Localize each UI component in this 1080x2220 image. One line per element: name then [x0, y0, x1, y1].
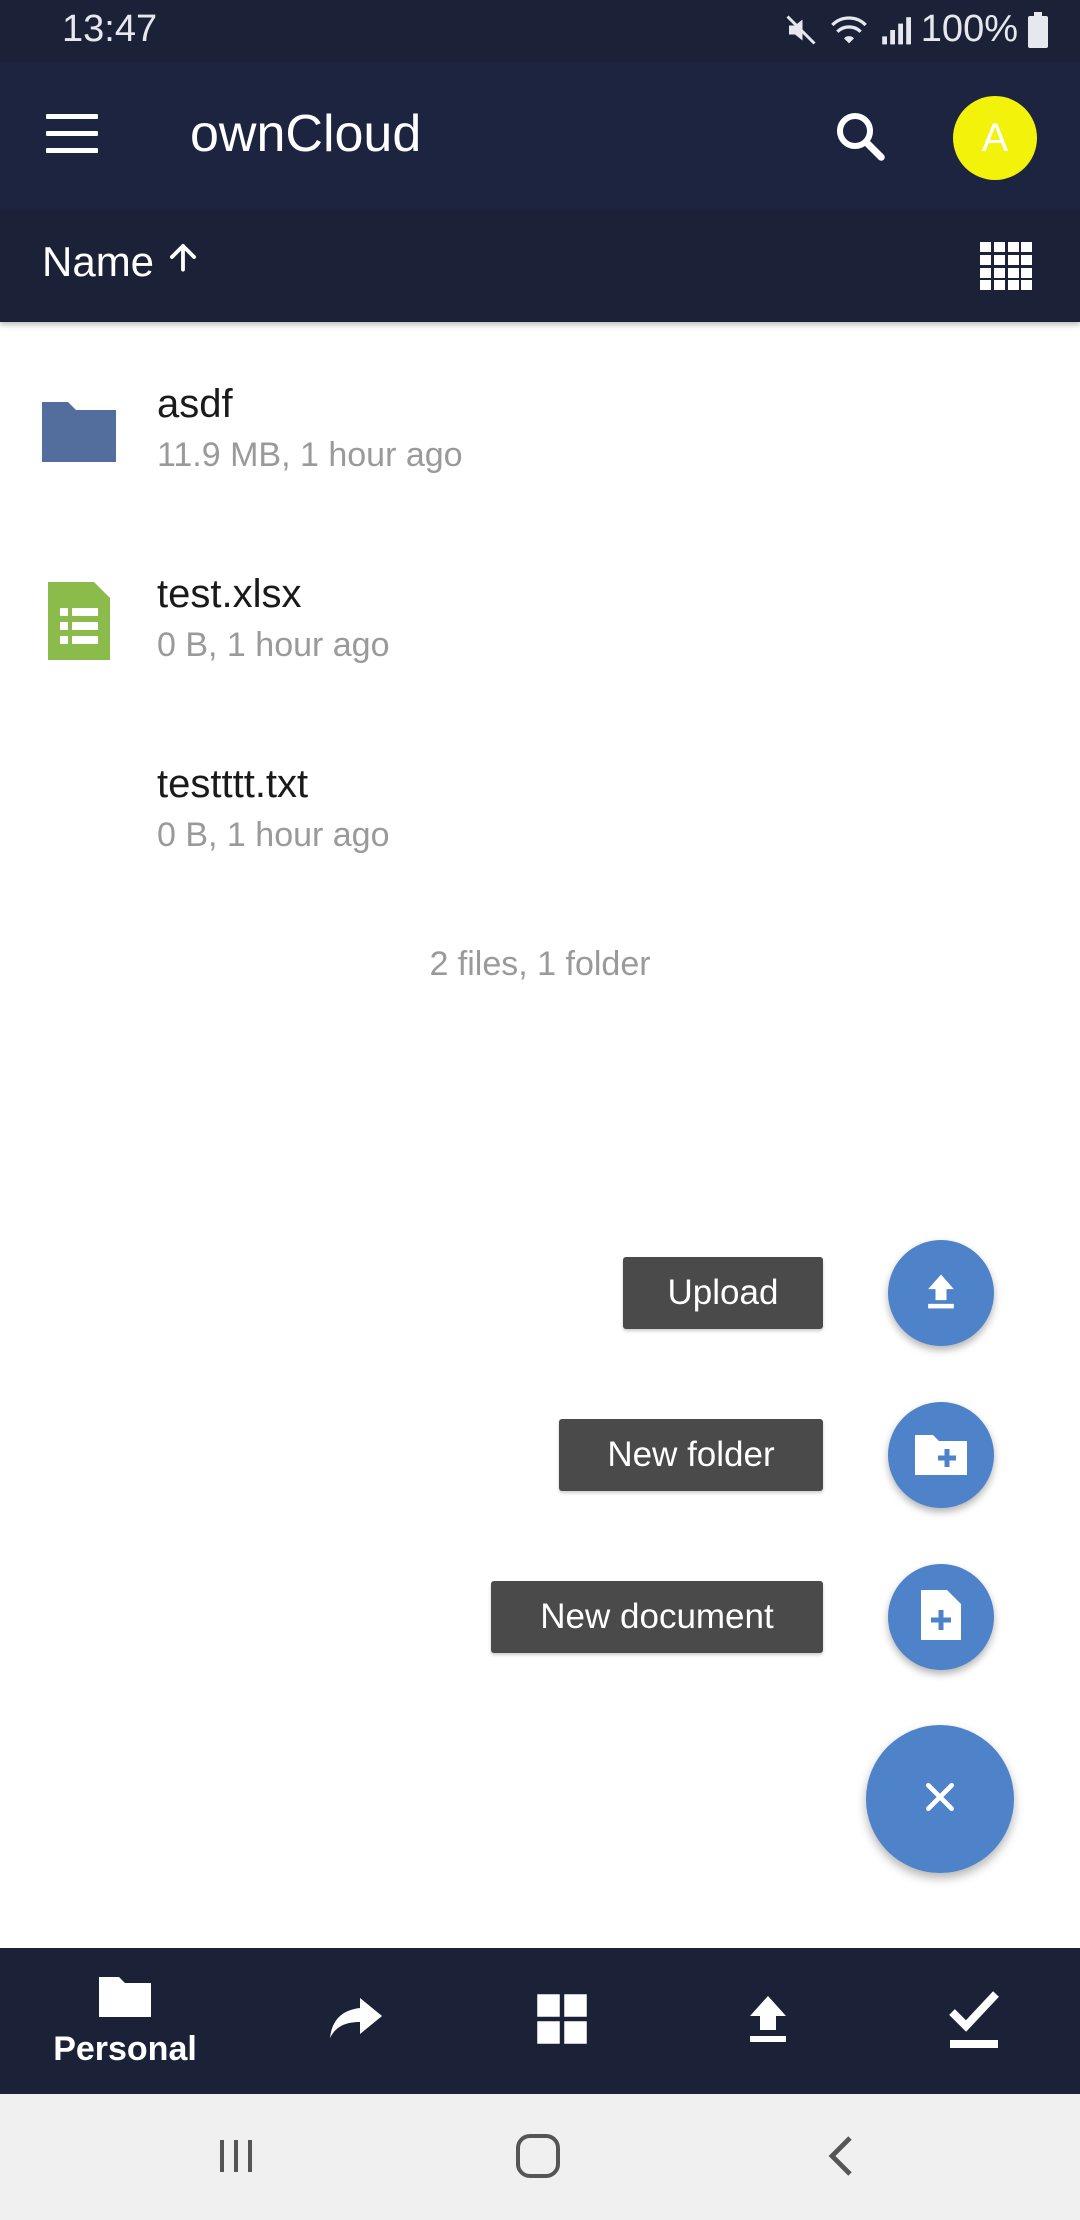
file-name: testttt.txt	[157, 762, 309, 806]
share-icon	[328, 1996, 384, 2047]
new-folder-label[interactable]: New folder	[559, 1419, 823, 1491]
upload-button[interactable]	[888, 1240, 994, 1346]
nav-personal-label: Personal	[53, 2030, 197, 2068]
nav-personal[interactable]: Personal	[20, 1948, 230, 2094]
wifi-icon	[829, 12, 869, 48]
new-document-button[interactable]	[888, 1564, 994, 1670]
system-navigation-bar	[0, 2094, 1080, 2220]
file-name: asdf	[157, 382, 233, 426]
upload-icon	[919, 1269, 963, 1318]
sort-label: Name	[42, 238, 155, 285]
mute-icon	[783, 12, 819, 48]
checkmark-icon	[946, 1988, 1002, 2055]
folder-icon	[97, 1973, 153, 2024]
file-meta: 11.9 MB, 1 hour ago	[157, 436, 463, 474]
status-icons: 100%	[783, 8, 1048, 51]
file-meta: 0 B, 1 hour ago	[157, 626, 390, 664]
hamburger-menu-icon[interactable]	[46, 114, 98, 158]
nav-dashboard[interactable]	[512, 1948, 612, 2094]
back-icon[interactable]	[822, 2134, 862, 2183]
search-icon[interactable]	[830, 106, 890, 166]
nav-available-offline[interactable]	[924, 1948, 1024, 2094]
file-meta: 0 B, 1 hour ago	[157, 816, 390, 854]
close-fab-button[interactable]	[866, 1725, 1014, 1873]
new-document-icon	[919, 1588, 963, 1647]
file-name: test.xlsx	[157, 572, 302, 616]
nav-uploads[interactable]	[718, 1948, 818, 2094]
battery-icon	[1028, 11, 1048, 48]
app-title: ownCloud	[190, 105, 422, 163]
folder-icon	[38, 390, 120, 472]
grid-icon	[535, 1992, 589, 2051]
list-item-file[interactable]: testttt.txt 0 B, 1 hour ago	[0, 720, 1080, 900]
new-document-label[interactable]: New document	[491, 1581, 823, 1653]
spreadsheet-icon	[38, 580, 120, 662]
arrow-up-icon	[164, 238, 202, 286]
bottom-navigation: Personal	[0, 1948, 1080, 2094]
upload-label[interactable]: Upload	[623, 1257, 823, 1329]
sort-bar: Name	[0, 210, 1080, 322]
home-icon[interactable]	[514, 2134, 562, 2183]
new-folder-button[interactable]	[888, 1402, 994, 1508]
list-item-folder[interactable]: asdf 11.9 MB, 1 hour ago	[0, 340, 1080, 520]
sort-by-name-button[interactable]: Name	[42, 238, 202, 286]
status-bar: 13:47 100%	[0, 0, 1080, 62]
grid-view-icon[interactable]	[980, 242, 1032, 290]
recent-apps-icon[interactable]	[214, 2134, 258, 2183]
avatar[interactable]: A	[953, 96, 1037, 180]
list-item-file[interactable]: test.xlsx 0 B, 1 hour ago	[0, 530, 1080, 710]
upload-icon	[746, 1994, 790, 2049]
close-icon	[920, 1777, 960, 1822]
signal-icon	[879, 12, 911, 48]
list-summary: 2 files, 1 folder	[429, 945, 651, 983]
app-bar: ownCloud A	[0, 62, 1080, 210]
battery-percent: 100%	[920, 8, 1018, 50]
new-folder-icon	[913, 1429, 969, 1482]
nav-shared[interactable]	[306, 1948, 406, 2094]
status-time: 13:47	[62, 8, 158, 50]
